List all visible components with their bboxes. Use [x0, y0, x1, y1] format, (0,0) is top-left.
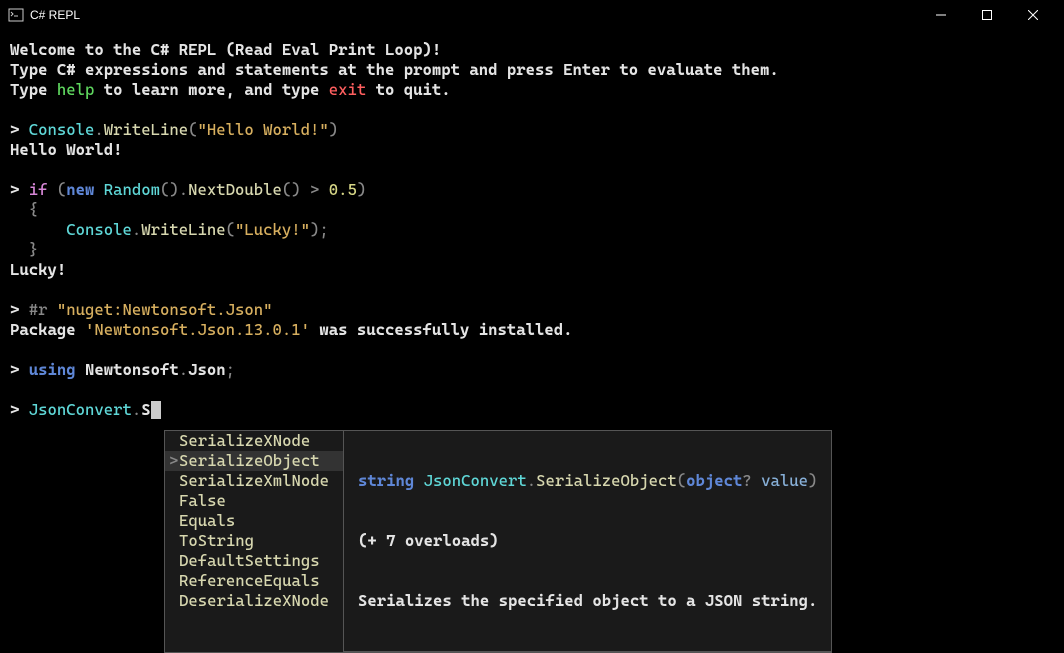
repl-input-line: > #r "nuget:Newtonsoft.Json": [10, 300, 1054, 320]
autocomplete-item[interactable]: >SerializeObject: [165, 451, 343, 471]
repl-input-line: > if (new Random().NextDouble() > 0.5): [10, 180, 1054, 200]
autocomplete-item[interactable]: ToString: [165, 531, 343, 551]
welcome-line: Welcome to the C# REPL (Read Eval Print …: [10, 40, 1054, 60]
autocomplete-item[interactable]: DefaultSettings: [165, 551, 343, 571]
repl-cont-line: Console.WriteLine("Lucky!");: [10, 220, 1054, 240]
autocomplete-item[interactable]: Equals: [165, 511, 343, 531]
cursor: [151, 401, 161, 419]
welcome-line: Type help to learn more, and type exit t…: [10, 80, 1054, 100]
window-controls: [918, 0, 1056, 30]
minimize-button[interactable]: [918, 0, 964, 30]
welcome-line: Type C# expressions and statements at th…: [10, 60, 1054, 80]
autocomplete-item[interactable]: ReferenceEquals: [165, 571, 343, 591]
close-icon: [1028, 10, 1038, 20]
minimize-icon: [936, 10, 946, 20]
repl-output-line: Hello World!: [10, 140, 1054, 160]
autocomplete-item[interactable]: SerializeXNode: [165, 431, 343, 451]
maximize-icon: [982, 10, 992, 20]
repl-input-line: > using Newtonsoft.Json;: [10, 360, 1054, 380]
autocomplete-item[interactable]: DeserializeXNode: [165, 591, 343, 611]
terminal-area[interactable]: Welcome to the C# REPL (Read Eval Print …: [0, 30, 1064, 430]
repl-cont-line: }: [10, 240, 1054, 260]
window-title: C# REPL: [30, 8, 80, 22]
titlebar: C# REPL: [0, 0, 1064, 30]
repl-output-line: Lucky!: [10, 260, 1054, 280]
autocomplete-item[interactable]: False: [165, 491, 343, 511]
repl-input-line: > Console.WriteLine("Hello World!"): [10, 120, 1054, 140]
repl-output-line: Package 'Newtonsoft.Json.13.0.1' was suc…: [10, 320, 1054, 340]
autocomplete-item[interactable]: SerializeXmlNode: [165, 471, 343, 491]
repl-current-line[interactable]: > JsonConvert.S: [10, 400, 1054, 420]
autocomplete-detail: string JsonConvert.SerializeObject(objec…: [344, 431, 831, 652]
autocomplete-list: SerializeXNode>SerializeObjectSerializeX…: [165, 431, 344, 652]
close-button[interactable]: [1010, 0, 1056, 30]
repl-cont-line: {: [10, 200, 1054, 220]
app-icon: [8, 7, 24, 23]
autocomplete-popup: SerializeXNode>SerializeObjectSerializeX…: [164, 430, 832, 653]
maximize-button[interactable]: [964, 0, 1010, 30]
